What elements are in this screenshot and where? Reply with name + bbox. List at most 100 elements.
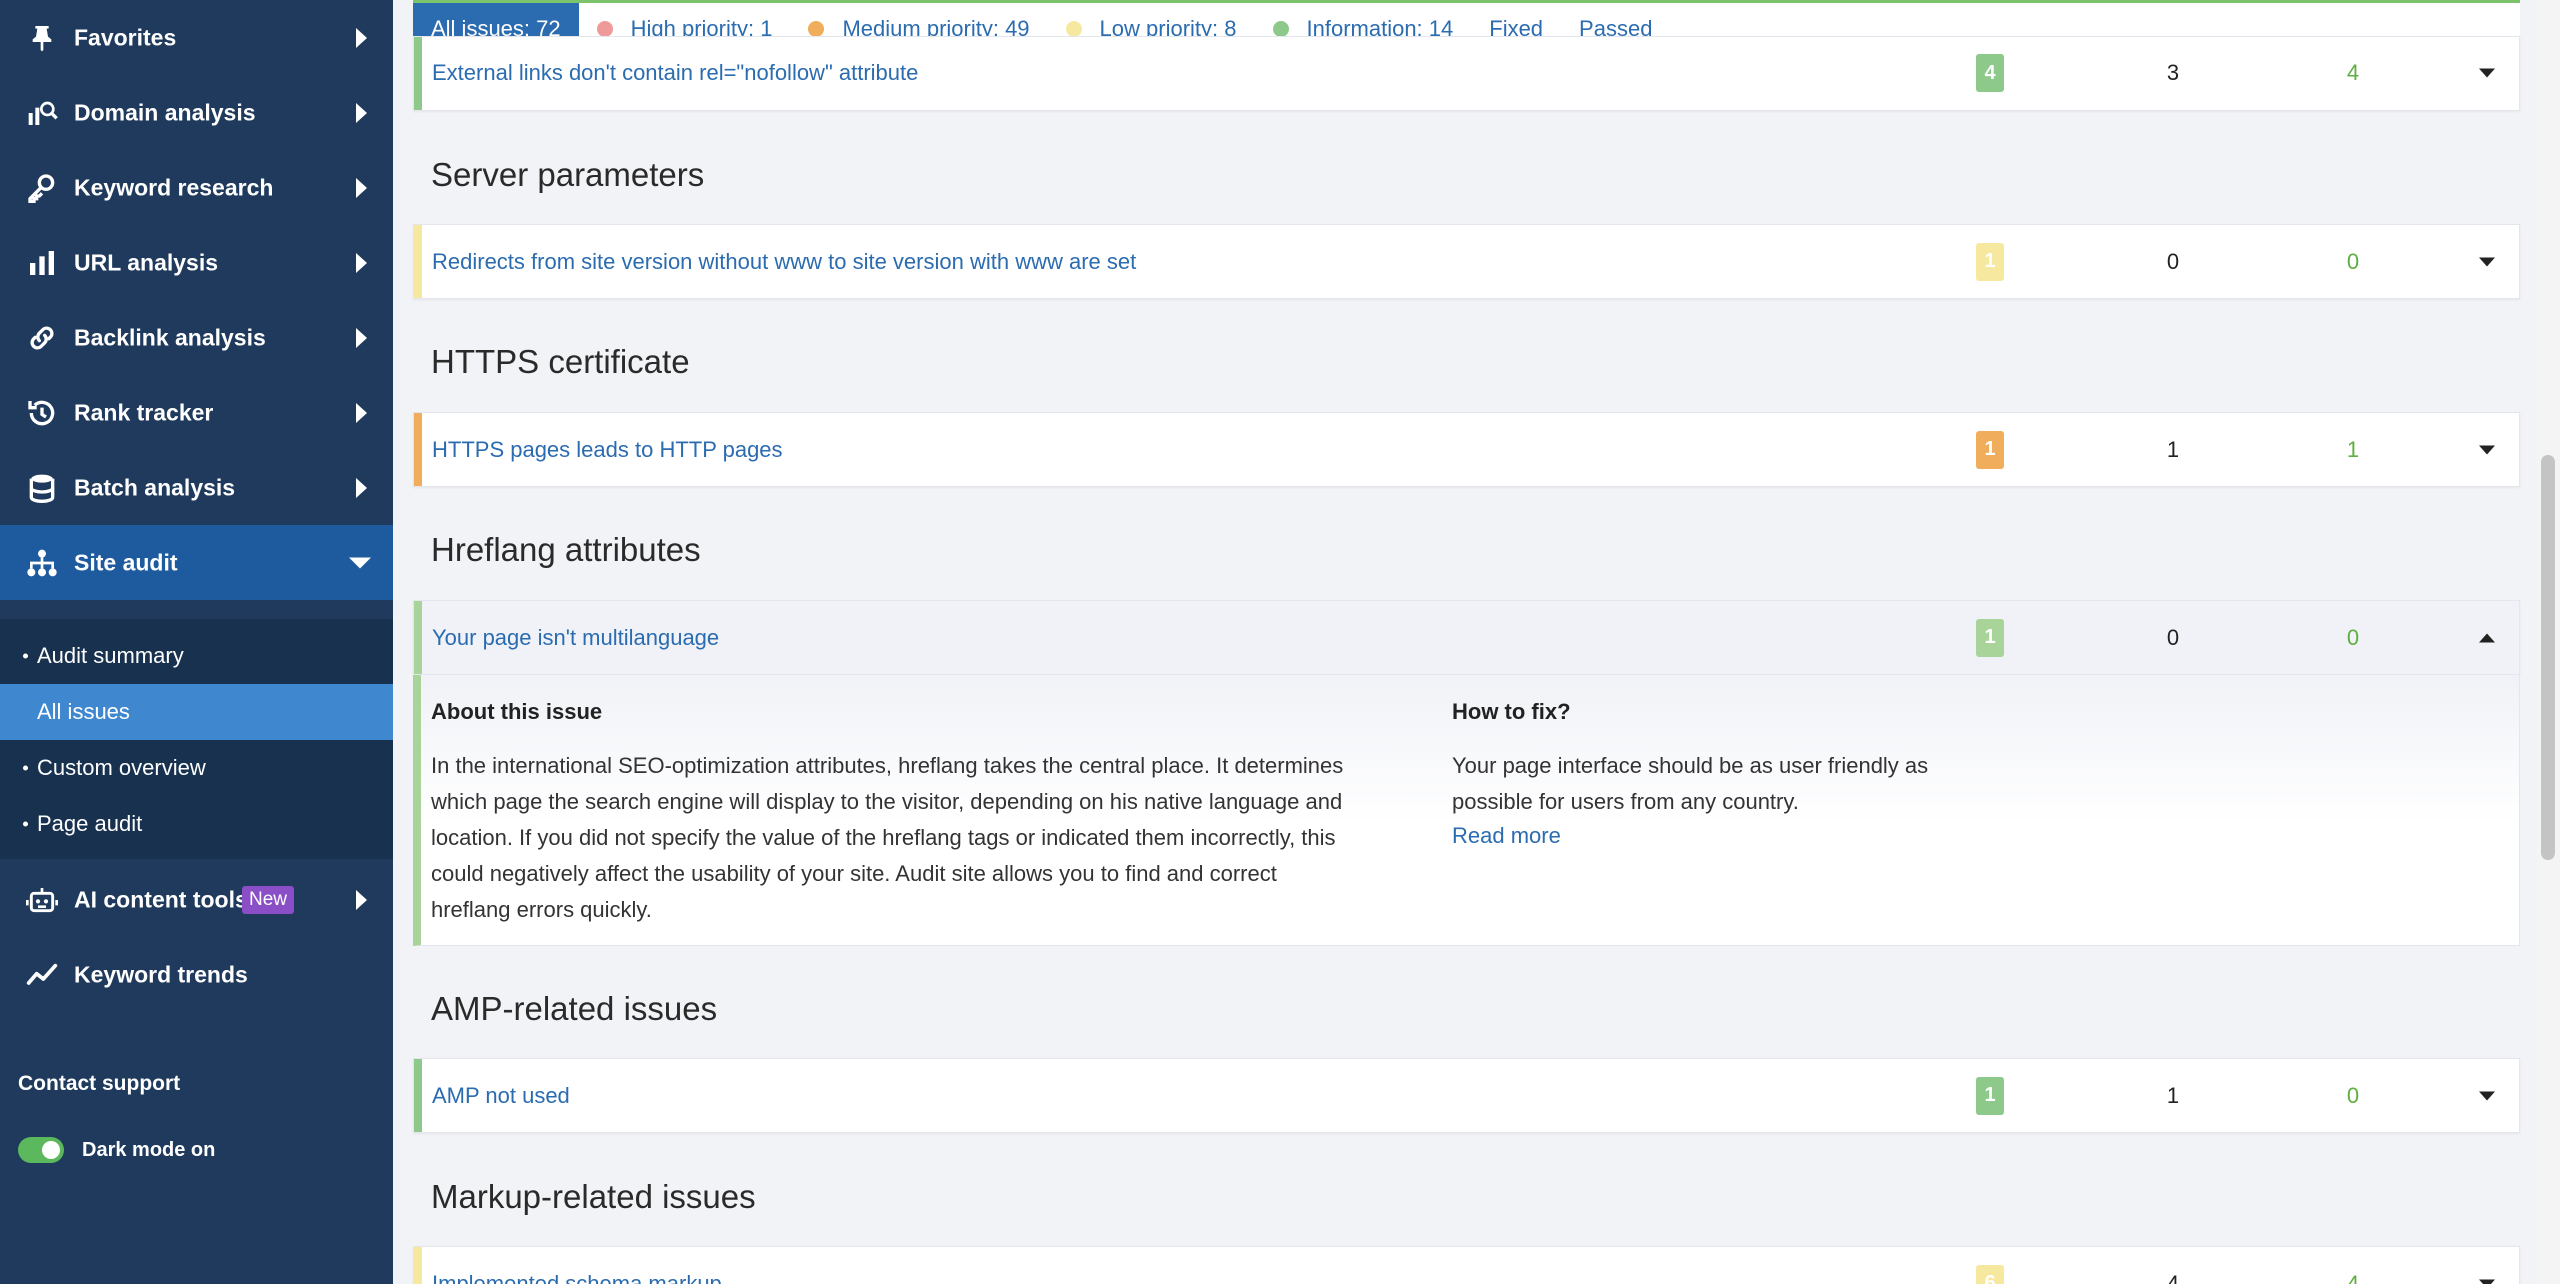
about-issue-line: could negatively affect the usability of… <box>431 861 1277 886</box>
subnav-all-issues[interactable]: All issues <box>0 684 393 740</box>
about-issue-text: In the international SEO-optimization at… <box>431 748 1343 928</box>
medium-priority-dot-icon <box>808 20 825 37</box>
issue-title[interactable]: HTTPS pages leads to HTTP pages <box>432 437 783 463</box>
chevron-down-icon[interactable] <box>2479 1091 2495 1100</box>
nav-site-audit-label: Site audit <box>74 549 178 575</box>
issue-count-fixed: 4 <box>2346 60 2360 85</box>
subnav-page-audit-label: Page audit <box>37 811 143 836</box>
chevron-right-icon <box>356 327 367 348</box>
subnav-page-audit[interactable]: Page audit <box>0 796 393 852</box>
issue-count-fixed: 1 <box>2346 436 2360 462</box>
nav-backlink-analysis[interactable]: Backlink analysis <box>0 300 393 375</box>
nav-batch-analysis[interactable]: Batch analysis <box>0 450 393 525</box>
chevron-right-icon <box>356 27 367 48</box>
how-to-fix-line: possible for users from any country. <box>1452 789 1799 814</box>
issue-title[interactable]: External links don't contain rel="nofoll… <box>432 60 918 86</box>
issue-row-www-redirects[interactable]: Redirects from site version without www … <box>413 224 2520 299</box>
nav-domain-analysis[interactable]: Domain analysis <box>0 75 393 150</box>
priority-stripe <box>414 225 422 298</box>
issue-row-not-multilanguage[interactable]: Your page isn't multilanguage 1 0 0 <box>413 600 2520 675</box>
robot-icon <box>24 882 60 918</box>
chevron-right-icon <box>356 889 367 910</box>
issue-title[interactable]: Implemented schema markup <box>432 1271 722 1284</box>
dark-mode-label: Dark mode on <box>82 1138 216 1161</box>
subnav-audit-summary[interactable]: Audit summary <box>0 628 393 684</box>
issue-count-badge: 1 <box>1976 430 2004 469</box>
nav-keyword-research[interactable]: Keyword research <box>0 150 393 225</box>
chevron-down-icon[interactable] <box>2479 257 2495 266</box>
issue-row-amp-not-used[interactable]: AMP not used 1 1 0 <box>413 1058 2520 1133</box>
issue-count-pages: 1 <box>2166 1082 2180 1108</box>
link-icon <box>24 320 60 356</box>
bullet-icon <box>23 821 28 827</box>
page-scrollbar[interactable] <box>2536 0 2560 1284</box>
chevron-down-icon[interactable] <box>2479 1279 2495 1284</box>
scrollbar-thumb[interactable] <box>2541 455 2555 860</box>
issue-count-pages: 4 <box>2166 1270 2180 1284</box>
about-issue-line: location. If you did not specify the val… <box>431 825 1336 850</box>
issue-count-badge: 1 <box>1976 1076 2004 1115</box>
section-title-hreflang-attributes: Hreflang attributes <box>431 531 701 568</box>
bullet-icon <box>23 653 28 659</box>
about-issue-line: hreflang errors quickly. <box>431 897 652 922</box>
nav-favorites[interactable]: Favorites <box>0 0 393 75</box>
bullet-icon <box>23 765 28 771</box>
nav-keyword-trends[interactable]: Keyword trends <box>0 937 393 1012</box>
read-more-link[interactable]: Read more <box>1452 823 1561 849</box>
section-title-https-certificate: HTTPS certificate <box>431 343 690 380</box>
issue-count-pages: 3 <box>2166 60 2180 85</box>
chevron-right-icon <box>356 477 367 498</box>
nav-site-audit[interactable]: Site audit <box>0 525 393 600</box>
nav-url-analysis[interactable]: URL analysis <box>0 225 393 300</box>
how-to-fix-text: Your page interface should be as user fr… <box>1452 748 1928 820</box>
pin-icon <box>24 20 60 56</box>
issue-row-external-links-nofollow[interactable]: External links don't contain rel="nofoll… <box>413 36 2520 111</box>
chevron-down-icon[interactable] <box>2479 445 2495 454</box>
priority-stripe <box>414 413 422 486</box>
chevron-right-icon <box>356 102 367 123</box>
section-title-server-parameters: Server parameters <box>431 156 705 193</box>
high-priority-dot-icon <box>596 20 613 37</box>
nav-rank-tracker[interactable]: Rank tracker <box>0 375 393 450</box>
how-to-fix-heading: How to fix? <box>1452 699 1571 724</box>
issue-count-pages: 0 <box>2166 624 2180 650</box>
information-dot-icon <box>1272 20 1289 37</box>
nav-favorites-label: Favorites <box>74 24 177 50</box>
how-to-fix-line: Your page interface should be as user fr… <box>1452 753 1929 778</box>
subnav-custom-overview[interactable]: Custom overview <box>0 740 393 796</box>
about-issue-line: which page the search engine will displa… <box>431 789 1343 814</box>
about-issue-heading: About this issue <box>431 699 603 724</box>
issue-title[interactable]: AMP not used <box>432 1083 570 1109</box>
nav-rank-tracker-label: Rank tracker <box>74 399 214 425</box>
chevron-right-icon <box>356 177 367 198</box>
nav-url-analysis-label: URL analysis <box>74 249 219 275</box>
chevron-up-icon[interactable] <box>2479 633 2495 642</box>
database-icon <box>24 470 60 506</box>
bar-chart-icon <box>24 245 60 281</box>
chevron-right-icon <box>356 252 367 273</box>
nav-keyword-research-label: Keyword research <box>74 174 274 200</box>
priority-stripe <box>414 37 422 110</box>
issue-row-https-to-http[interactable]: HTTPS pages leads to HTTP pages 1 1 1 <box>413 412 2520 487</box>
nav-ai-content-tools[interactable]: AI content tools New <box>0 862 393 937</box>
trend-line-icon <box>24 957 60 993</box>
about-issue-line: In the international SEO-optimization at… <box>431 753 1344 778</box>
issue-title[interactable]: Redirects from site version without www … <box>432 249 1136 275</box>
issue-count-fixed: 0 <box>2346 1082 2360 1108</box>
issue-count-badge: 1 <box>1976 618 2004 657</box>
issue-count-fixed: 4 <box>2346 1270 2360 1284</box>
issue-count-fixed: 0 <box>2346 624 2360 650</box>
priority-stripe <box>414 1247 422 1284</box>
contact-support-link[interactable]: Contact support <box>18 1072 180 1096</box>
issue-count-badge: 1 <box>1976 242 2004 281</box>
site-audit-subnav: Audit summary All issues Custom overview… <box>0 619 393 859</box>
priority-stripe <box>414 1059 422 1132</box>
history-icon <box>24 395 60 431</box>
dark-mode-toggle[interactable] <box>18 1137 64 1163</box>
issue-title[interactable]: Your page isn't multilanguage <box>432 625 719 651</box>
chevron-down-icon[interactable] <box>2479 68 2495 78</box>
new-badge: New <box>242 885 295 914</box>
nav-keyword-trends-label: Keyword trends <box>74 961 248 987</box>
issue-row-schema-markup[interactable]: Implemented schema markup 6 4 4 <box>413 1246 2520 1284</box>
chevron-down-icon <box>349 557 371 568</box>
